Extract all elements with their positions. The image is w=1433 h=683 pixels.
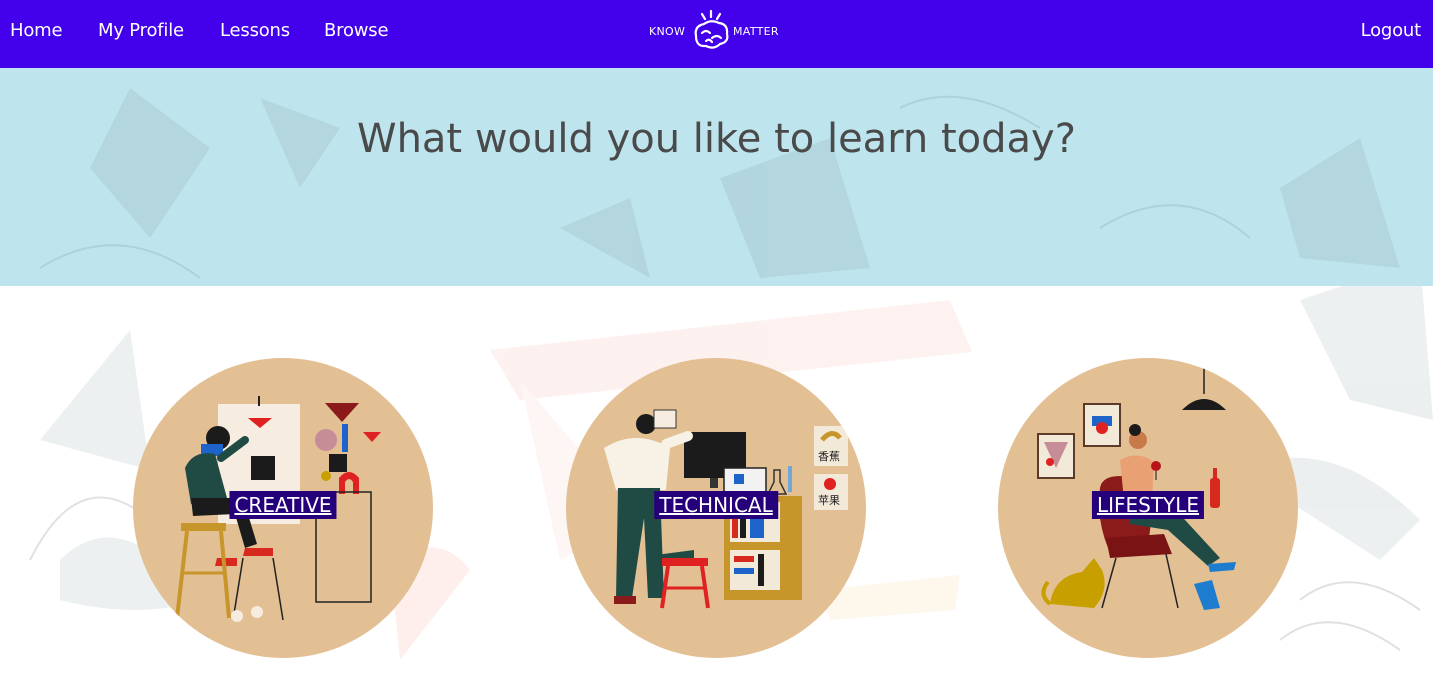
hero-texture (39, 88, 1400, 279)
svg-text:苹果: 苹果 (818, 493, 840, 507)
hero-banner: What would you like to learn today? (0, 68, 1433, 286)
logo-matter-text: MATTER (733, 25, 779, 38)
category-technical-link[interactable]: TECHNICAL (654, 491, 778, 519)
category-creative-card[interactable]: CREATIVE (133, 358, 433, 658)
category-lifestyle-link[interactable]: LIFESTYLE (1091, 491, 1205, 519)
know-matter-logo[interactable]: KNOW MATTER (648, 8, 788, 54)
logout-link[interactable]: Logout (1361, 20, 1422, 41)
logo-know-text: KNOW (649, 25, 686, 38)
nav-lessons-link[interactable]: Lessons (220, 20, 290, 41)
brain-icon (694, 9, 729, 49)
nav-browse-link[interactable]: Browse (324, 20, 389, 41)
nav-my-profile-link[interactable]: My Profile (98, 20, 184, 41)
nav-home-link[interactable]: Home (10, 20, 63, 41)
top-navbar: Home My Profile Lessons Browse KNOW MATT… (0, 0, 1433, 68)
category-lifestyle-card[interactable]: LIFESTYLE (998, 358, 1298, 658)
hero-title: What would you like to learn today? (357, 116, 1076, 162)
category-creative-link[interactable]: CREATIVE (229, 491, 337, 519)
svg-text:香蕉: 香蕉 (818, 450, 840, 463)
category-technical-card[interactable]: 香蕉 苹果 TECHNICAL (566, 358, 866, 658)
